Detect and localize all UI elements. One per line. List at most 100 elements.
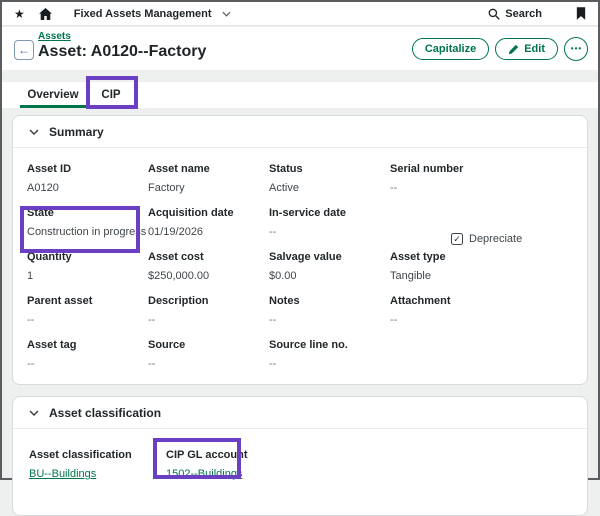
capitalize-label: Capitalize [425,43,476,55]
depreciate-label: Depreciate [469,233,522,245]
field-value: -- [27,358,148,370]
field-label: CIP GL account [166,449,571,461]
field-value: -- [148,314,269,326]
field-status: Status Active [269,163,390,207]
chevron-down-icon [222,11,231,17]
field-state: State Construction in progress [27,207,148,251]
field-attachment: Attachment -- [390,295,573,339]
search-icon [488,8,500,20]
pencil-icon [508,44,519,55]
empty-cell [390,339,573,383]
breadcrumb-assets-link[interactable]: Assets [38,31,71,42]
field-value: Factory [148,182,269,194]
app-name-label: Fixed Assets Management [74,8,212,20]
field-value: 01/19/2026 [148,226,269,238]
capitalize-button[interactable]: Capitalize [412,38,489,60]
field-value: -- [269,314,390,326]
field-label: In-service date [269,207,390,219]
tab-cip[interactable]: CIP [86,82,136,108]
field-cip-gl-account: CIP GL account 1502--Buildings [166,449,571,480]
summary-section: Summary Asset ID A0120 Asset name Factor… [12,115,588,385]
field-label: Parent asset [27,295,148,307]
field-value: Construction in progress [27,226,148,238]
field-label: Quantity [27,251,148,263]
field-parent-asset: Parent asset -- [27,295,148,339]
asset-classification-title: Asset classification [49,406,161,420]
summary-field-grid: Asset ID A0120 Asset name Factory Status… [13,148,587,383]
field-notes: Notes -- [269,295,390,339]
field-quantity: Quantity 1 [27,251,148,295]
field-label: Attachment [390,295,573,307]
asset-classification-link[interactable]: BU--Buildings [29,468,96,480]
field-label: Serial number [390,163,573,175]
field-value: -- [390,182,573,194]
edit-label: Edit [524,43,545,55]
header-actions: Capitalize Edit ••• [412,37,588,61]
field-label: Source [148,339,269,351]
field-asset-tag: Asset tag -- [27,339,148,383]
field-value: -- [390,314,573,326]
page-title: Asset: A0120--Factory [38,43,206,61]
back-button[interactable]: ← [14,40,34,60]
field-label: State [27,207,148,219]
field-value: 1 [27,270,148,282]
field-acquisition-date: Acquisition date 01/19/2026 [148,207,269,251]
home-icon[interactable] [39,8,52,20]
field-label: Asset tag [27,339,148,351]
depreciate-checkbox[interactable]: ✓ [451,233,463,245]
field-in-service-date: In-service date -- [269,207,390,251]
favorite-star-icon[interactable]: ★ [14,8,25,20]
field-label: Asset name [148,163,269,175]
field-asset-type: Asset type Tangible [390,251,573,295]
field-asset-name: Asset name Factory [148,163,269,207]
field-value: A0120 [27,182,148,194]
tab-overview[interactable]: Overview [20,82,86,108]
tab-cip-label: CIP [101,89,120,101]
bookmark-icon[interactable] [576,7,586,20]
field-source: Source -- [148,339,269,383]
field-value: Tangible [390,270,573,282]
field-label: Asset type [390,251,573,263]
field-label: Source line no. [269,339,390,351]
field-label: Salvage value [269,251,390,263]
cip-gl-account-link[interactable]: 1502--Buildings [166,468,242,480]
field-label: Notes [269,295,390,307]
field-asset-cost: Asset cost $250,000.00 [148,251,269,295]
field-value: Active [269,182,390,194]
page-header: ← Assets Asset: A0120--Factory Capitaliz… [2,27,598,70]
field-label: Asset ID [27,163,148,175]
field-value: -- [269,226,390,238]
asset-classification-section: Asset classification Asset classificatio… [12,396,588,516]
tab-overview-label: Overview [27,89,78,101]
classification-field-grid: Asset classification BU--Buildings CIP G… [13,429,587,480]
search-button[interactable]: Search [488,8,542,20]
field-source-line-no: Source line no. -- [269,339,390,383]
field-value: -- [27,314,148,326]
search-label: Search [505,8,542,20]
top-navigation-bar: ★ Fixed Assets Management Search [2,2,598,26]
app-switcher-menu[interactable]: Fixed Assets Management [74,8,231,20]
field-label: Description [148,295,269,307]
edit-button[interactable]: Edit [495,38,558,60]
field-value: $250,000.00 [148,270,269,282]
field-serial-number: Serial number -- [390,163,573,207]
field-asset-classification: Asset classification BU--Buildings [29,449,166,480]
field-asset-id: Asset ID A0120 [27,163,148,207]
summary-section-header[interactable]: Summary [13,116,587,148]
more-actions-button[interactable]: ••• [564,37,588,61]
field-value: -- [269,358,390,370]
field-value: -- [148,358,269,370]
chevron-down-icon [29,129,39,135]
chevron-down-icon [29,410,39,416]
field-salvage-value: Salvage value $0.00 [269,251,390,295]
tab-bar: Overview CIP [2,82,598,108]
summary-title: Summary [49,125,104,139]
field-depreciate: ✓ Depreciate [390,207,573,251]
field-description: Description -- [148,295,269,339]
field-label: Asset classification [29,449,166,461]
field-label: Asset cost [148,251,269,263]
field-value: $0.00 [269,270,390,282]
asset-classification-section-header[interactable]: Asset classification [13,397,587,429]
field-label: Status [269,163,390,175]
field-label: Acquisition date [148,207,269,219]
